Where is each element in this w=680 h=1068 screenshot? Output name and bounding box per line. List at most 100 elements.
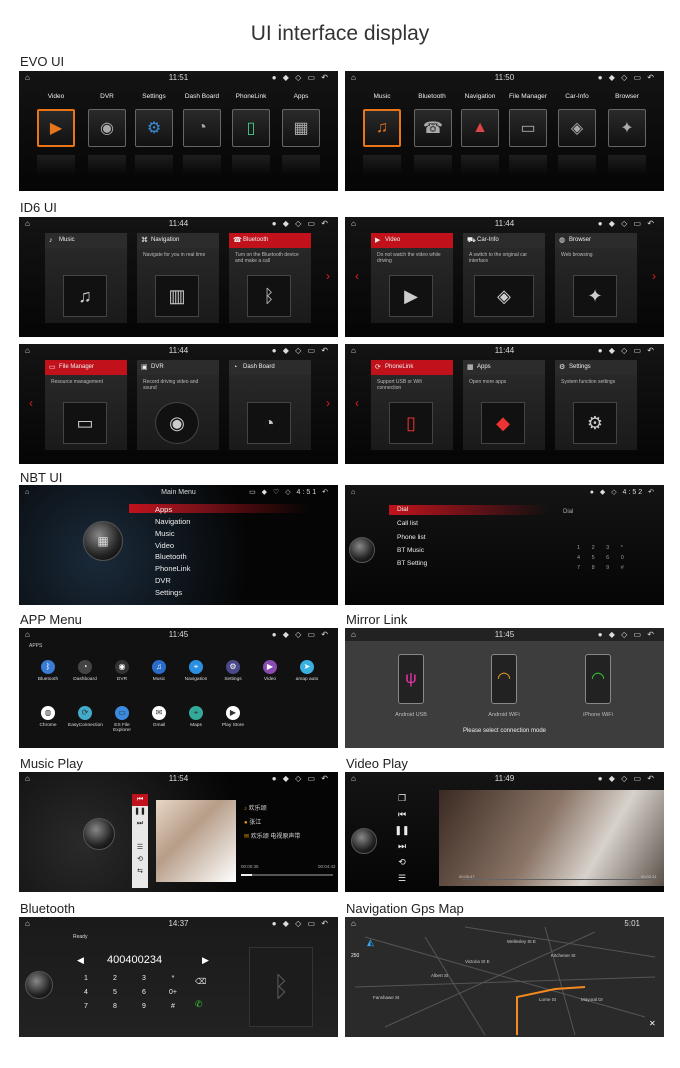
close-icon[interactable]: ✕: [649, 1019, 656, 1028]
menu-item-phonelink[interactable]: PhoneLink: [155, 564, 190, 573]
shuffle-icon[interactable]: ⇆: [132, 866, 148, 878]
pause-icon[interactable]: ❚❚: [393, 822, 411, 838]
card-apps[interactable]: ▦ Apps Open more apps ◆: [463, 360, 545, 450]
wifi-icon[interactable]: ◠: [585, 654, 611, 704]
card-browser[interactable]: ◍ Browser Web browsing ✦: [555, 233, 637, 323]
home-icon[interactable]: ⌂: [25, 217, 30, 230]
compass-icon[interactable]: ◭: [367, 937, 374, 948]
video-progress[interactable]: [463, 879, 653, 880]
dashboard-gauge-icon[interactable]: ◔: [183, 109, 221, 147]
idrive-knob[interactable]: [25, 971, 53, 999]
home-icon[interactable]: ⌂: [351, 217, 356, 230]
arrow-right-icon[interactable]: ›: [326, 396, 330, 410]
bluetooth-phone-icon[interactable]: ☎: [414, 109, 452, 147]
wifi-icon[interactable]: ◠: [491, 654, 517, 704]
menu-item-music[interactable]: Music: [155, 529, 175, 538]
app-dvr[interactable]: ◉ DVR: [105, 660, 139, 682]
arrow-left-icon[interactable]: ◀: [77, 955, 84, 966]
home-icon[interactable]: ⌂: [25, 917, 30, 930]
window-icon[interactable]: ❐: [393, 790, 411, 806]
list-item-phonelist[interactable]: Phone list: [397, 534, 426, 541]
app-settings[interactable]: ⚙ Settings: [216, 660, 250, 682]
menu-item-bluetooth[interactable]: Bluetooth: [155, 552, 187, 561]
app-navigation[interactable]: ⌖ Navigation: [179, 660, 213, 682]
list-item-dial[interactable]: Dial: [397, 506, 408, 513]
home-icon[interactable]: ⌂: [351, 628, 356, 641]
progress-bar[interactable]: [241, 874, 333, 876]
key-5[interactable]: 5: [106, 989, 124, 996]
dialpad[interactable]: 1 2 3 * 4 5 6 0 7 8 9 #: [577, 543, 629, 573]
card-settings[interactable]: ⚙ Settings System function settings ⚙: [555, 360, 637, 450]
menu-item-apps[interactable]: Apps: [155, 505, 172, 514]
app-maps[interactable]: ⌖ Maps: [179, 706, 213, 728]
apps-tab[interactable]: APPS: [29, 643, 42, 649]
call-icon[interactable]: ✆: [195, 999, 203, 1010]
app-dashboard[interactable]: ◔ Dashboard: [68, 660, 102, 682]
repeat-icon[interactable]: ⟲: [393, 854, 411, 870]
card-carinfo[interactable]: ⛟ Car-Info A switch to the original car in…: [463, 233, 545, 323]
app-play-store[interactable]: ▶ Play Store: [216, 706, 250, 728]
video-camera-icon[interactable]: ▶: [37, 109, 75, 147]
list-item-calllist[interactable]: Call list: [397, 520, 418, 527]
list-icon[interactable]: ☰: [393, 870, 411, 886]
list-icon[interactable]: ☰: [132, 842, 148, 854]
arrow-left-icon[interactable]: ‹: [29, 396, 33, 410]
music-icon[interactable]: ♫: [363, 109, 401, 147]
app-video[interactable]: ▶ Video: [253, 660, 287, 682]
menu-item-dvr[interactable]: DVR: [155, 576, 171, 585]
card-bluetooth[interactable]: ☎ Bluetooth Turn on the Bluetooth device a…: [229, 233, 311, 323]
card-music[interactable]: ♪ Music ♫: [45, 233, 127, 323]
home-icon[interactable]: ⌂: [25, 628, 30, 641]
backspace-icon[interactable]: ⌫: [195, 977, 206, 986]
car-icon[interactable]: ◈: [558, 109, 596, 147]
home-icon[interactable]: ⌂: [25, 772, 30, 785]
back-icon[interactable]: ↶: [648, 489, 656, 496]
key-11[interactable]: #: [164, 1003, 182, 1010]
key-0[interactable]: 1: [77, 975, 95, 982]
phonelink-icon[interactable]: ▯: [232, 109, 270, 147]
arrow-right-icon[interactable]: ▶: [202, 955, 209, 966]
prev-icon[interactable]: ⏮: [132, 794, 148, 806]
menu-item-video[interactable]: Video: [155, 541, 174, 550]
key-10[interactable]: 9: [135, 1003, 153, 1010]
home-icon[interactable]: ⌂: [25, 485, 29, 500]
card-filemanager[interactable]: ▭ File Manager Resource management ▭: [45, 360, 127, 450]
list-item-btmusic[interactable]: BT Music: [397, 547, 424, 554]
home-icon[interactable]: ⌂: [351, 71, 356, 84]
app-easyconnection[interactable]: ⟳ EasyConnection: [68, 706, 103, 728]
idrive-knob[interactable]: [351, 828, 377, 854]
key-8[interactable]: 7: [77, 1003, 95, 1010]
pause-icon[interactable]: ❚❚: [132, 806, 148, 818]
next-icon[interactable]: ⏭: [132, 818, 148, 830]
usb-icon[interactable]: ψ: [398, 654, 424, 704]
home-icon[interactable]: ⌂: [351, 772, 356, 785]
home-icon[interactable]: ⌂: [351, 485, 355, 500]
app-gmail[interactable]: ✉ Gmail: [142, 706, 176, 728]
card-phonelink[interactable]: ⟳ PhoneLink Support USB or Wifi connection…: [371, 360, 453, 450]
prev-icon[interactable]: ⏮: [393, 806, 411, 822]
key-2[interactable]: 3: [135, 975, 153, 982]
browser-icon[interactable]: ✦: [608, 109, 646, 147]
card-dvr[interactable]: ▣ DVR Record driving video and sound ◉: [137, 360, 219, 450]
repeat-icon[interactable]: ⟲: [132, 854, 148, 866]
app-amap-auto[interactable]: ➤ amap auto: [290, 660, 324, 682]
home-icon[interactable]: ⌂: [25, 344, 30, 357]
apps-grid-icon[interactable]: ▦: [282, 109, 320, 147]
arrow-left-icon[interactable]: ‹: [355, 269, 359, 283]
home-icon[interactable]: ⌂: [351, 344, 356, 357]
app-chrome[interactable]: ◍ Chrome: [31, 706, 65, 728]
card-dashboard[interactable]: ◔ Dash Board ◔: [229, 360, 311, 450]
settings-gear-icon[interactable]: ⚙: [135, 109, 173, 147]
key-3[interactable]: *: [164, 975, 182, 982]
back-icon[interactable]: ↶: [322, 489, 330, 496]
app-music[interactable]: ♫ Music: [142, 660, 176, 682]
menu-item-settings[interactable]: Settings: [155, 588, 182, 597]
key-1[interactable]: 2: [106, 975, 124, 982]
navigation-compass-icon[interactable]: ▲: [461, 109, 499, 147]
card-video[interactable]: ▶ Video Do not watch the video while drivi…: [371, 233, 453, 323]
app-bluetooth[interactable]: ᛒ Bluetooth: [31, 660, 65, 682]
menu-item-navigation[interactable]: Navigation: [155, 517, 190, 526]
idrive-knob[interactable]: [83, 818, 115, 850]
folder-icon[interactable]: ▭: [509, 109, 547, 147]
arrow-right-icon[interactable]: ›: [652, 269, 656, 283]
